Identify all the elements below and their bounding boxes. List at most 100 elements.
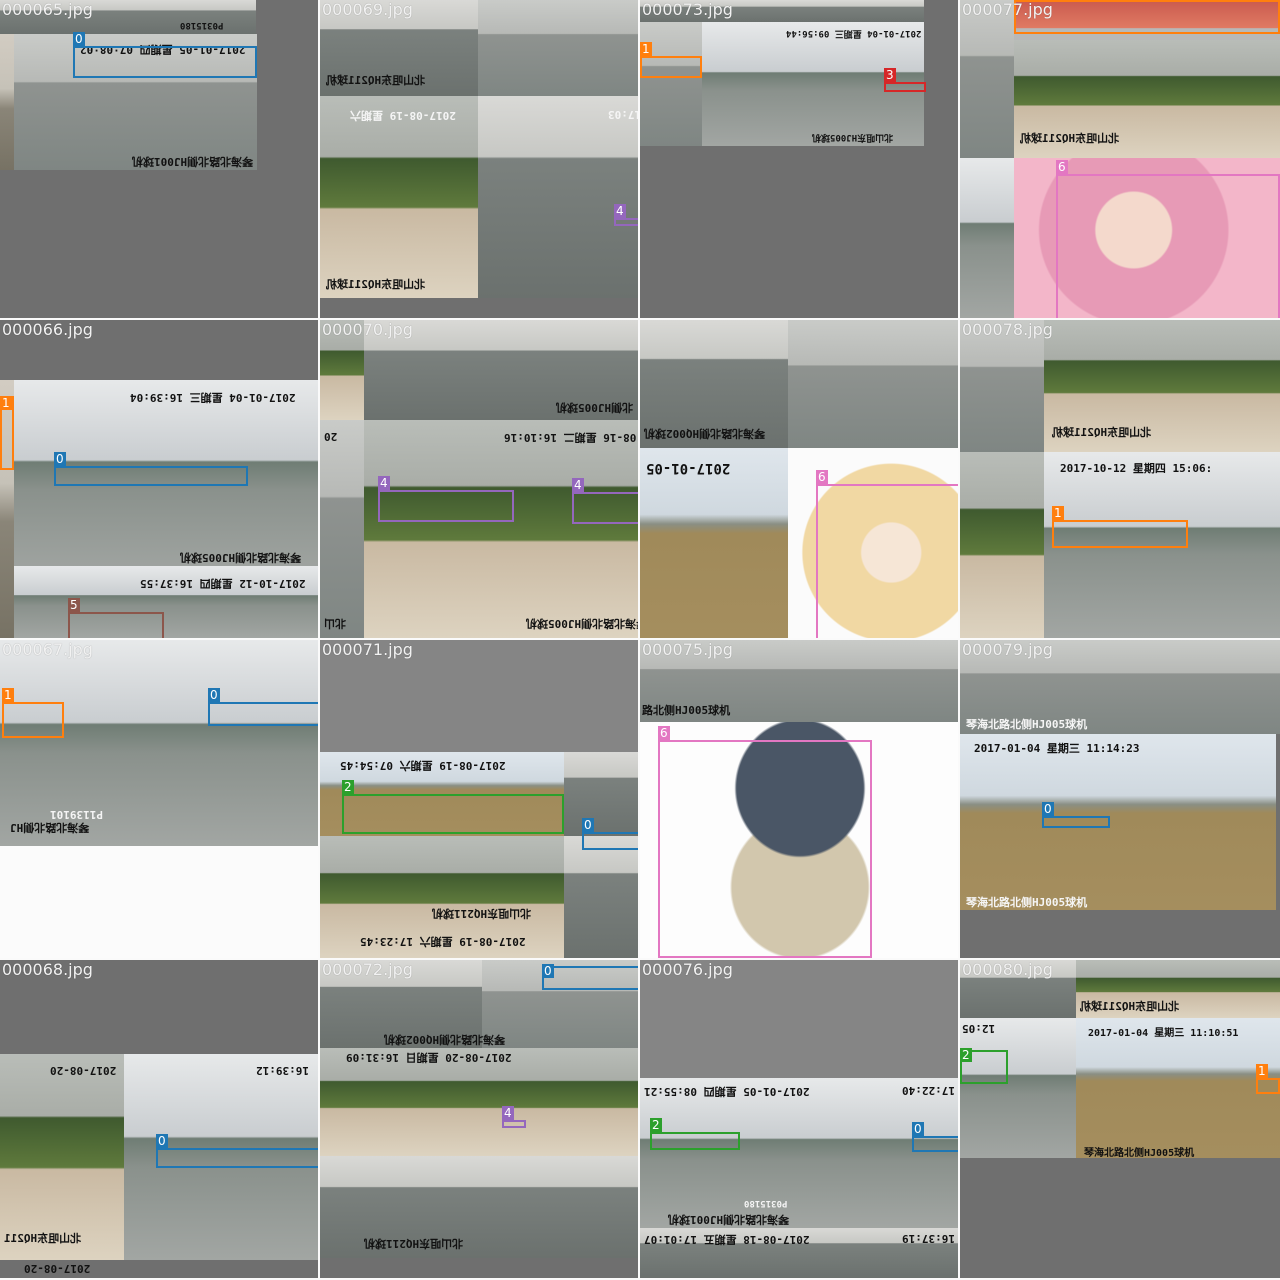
detection-box: 0	[912, 1122, 958, 1152]
photo-tile	[320, 96, 478, 298]
detection-box: 4	[572, 478, 638, 524]
camera-label-overlay: 琴海北路北侧HQ002球机	[384, 1033, 506, 1046]
timestamp-overlay: 2017-01-05	[646, 460, 731, 476]
detection-box: 2	[960, 1048, 1008, 1084]
detection-box: 2	[342, 780, 564, 834]
detection-class-label: 2	[342, 780, 354, 794]
photo-tile	[640, 448, 788, 638]
image-filename: 000075.jpg	[642, 640, 733, 659]
image-filename: 000068.jpg	[2, 960, 93, 979]
detection-box: 0	[73, 32, 257, 78]
photo-tile	[960, 0, 1014, 158]
photo-tile	[960, 452, 1044, 638]
image-filename: 000079.jpg	[962, 640, 1053, 659]
photo-tile	[478, 0, 638, 96]
timestamp-overlay: 2017-08-19 星期六 07:54:45	[340, 759, 506, 772]
detection-box: 0	[156, 1134, 318, 1168]
detection-box: 0	[582, 818, 638, 850]
photo-tile	[478, 96, 638, 298]
camera-label-overlay: 北山	[324, 617, 346, 630]
photo-tile	[788, 320, 958, 448]
mosaic-cell: 琴海北路北侧HQ002球机 2017-08-20 星期日 16:31:09 北山…	[320, 960, 640, 1280]
detection-class-label: 4	[614, 204, 626, 218]
detection-class-label: 4	[502, 1106, 514, 1120]
timestamp-overlay: 2017-08-19 星期六	[350, 109, 456, 122]
image-filename: 000076.jpg	[642, 960, 733, 979]
photo-tile	[364, 420, 638, 638]
photo-tile	[1076, 1018, 1280, 1158]
mosaic-cell: 2017-08-20 16:39:12 北山咀东HQ211 2017-08-20…	[0, 960, 320, 1280]
detection-box: 0	[1042, 802, 1110, 828]
detection-box: 4	[502, 1106, 526, 1128]
mosaic-cell: 路北侧HJ005球机 6 000075.jpg	[640, 640, 960, 960]
photo-tile	[960, 158, 1014, 318]
photo-tile	[0, 846, 318, 958]
detection-box: 4	[614, 204, 638, 226]
image-filename: 000070.jpg	[322, 320, 413, 339]
detection-box: 5	[68, 598, 164, 638]
camera-label-overlay: 北山咀东HQ211球机	[326, 278, 426, 291]
detection-box: 1	[2, 688, 64, 738]
timestamp-overlay: 17:22:40	[902, 1084, 955, 1097]
camera-id-overlay: P0315180	[180, 20, 224, 30]
image-filename: 000073.jpg	[642, 0, 733, 19]
timestamp-overlay: 12:05	[962, 1022, 996, 1035]
timestamp-overlay: 2017-08-20 星期日 16:31:09	[346, 1051, 512, 1064]
detection-class-label: 0	[542, 964, 554, 978]
detection-box: 2	[650, 1118, 740, 1150]
mosaic-cell: 2017-01-04 星期三 16:39:04 琴海北路北侧HJ005球机 20…	[0, 320, 320, 640]
detection-class-label: 6	[1056, 160, 1068, 174]
timestamp-overlay: 2017-10-12 星期四 15:06:	[1060, 462, 1213, 475]
photo-tile	[640, 22, 702, 146]
image-filename: 000078.jpg	[962, 320, 1053, 339]
detection-box: 1	[0, 396, 14, 470]
detection-class-label: 6	[816, 470, 828, 484]
detection-class-label: 3	[884, 68, 896, 82]
detection-box: 0	[54, 452, 248, 486]
camera-label-overlay: 北山咀东HJ005球机	[812, 132, 894, 142]
detection-class-label: 4	[572, 478, 584, 492]
camera-label-overlay: 北山咀东HQ211球机	[326, 74, 426, 87]
detection-class-label: 2	[960, 1048, 972, 1062]
photo-tile	[564, 836, 638, 958]
camera-label-overlay: 琴海北路北侧HJ005球机	[180, 551, 302, 564]
detection-class-label: 0	[912, 1122, 924, 1136]
image-filename: 000066.jpg	[2, 320, 93, 339]
camera-label-overlay: 琴海北路北侧HJ001球机	[668, 1213, 790, 1226]
photo-tile	[160, 640, 318, 846]
timestamp-overlay: 20	[324, 430, 338, 443]
photo-tile	[960, 734, 1276, 910]
timestamp-overlay: 2017-08-16 星期二 16:10:16	[504, 431, 638, 444]
camera-label-overlay: 琴海北路北侧HJ005球机	[966, 718, 1088, 731]
mosaic-cell: 北侧HJ005球机 20 2017-08-16 星期二 16:10:16 北山 …	[320, 320, 640, 640]
camera-label-overlay: 北山咀东HQ211球机	[1020, 132, 1120, 145]
photo-tile	[960, 1018, 1076, 1158]
timestamp-overlay: 2017-08-18 星期五 17:01:07	[644, 1233, 810, 1246]
camera-label-overlay: 琴海北路北侧HJ005球机	[1084, 1148, 1195, 1159]
detection-class-label: 0	[73, 32, 85, 46]
photo-tile	[564, 752, 638, 836]
detection-class-label: 0	[156, 1134, 168, 1148]
detection-class-label: 0	[208, 688, 220, 702]
mosaic-grid: 2017-01-05 星期四 07:08:02 琴海北路北侧HJ001球机 P0…	[0, 0, 1280, 1280]
mosaic-cell: 2017-01-05 星期四 08:55:21 17:22:40 琴海北路北侧H…	[640, 960, 960, 1280]
timestamp-overlay: 2017-01-04 星期三 11:14:23	[974, 742, 1140, 755]
detection-box: 6	[816, 470, 958, 638]
timestamp-overlay: 2017-08-20	[50, 1064, 117, 1077]
detection-box: 1	[1256, 1064, 1280, 1094]
detection-box: 3	[884, 68, 926, 92]
camera-label-overlay: 琴海北路北侧HJ	[10, 821, 90, 834]
camera-label-overlay: 北山咀东HQ211球机	[364, 1237, 464, 1250]
detection-class-label: 1	[1256, 1064, 1268, 1078]
timestamp-overlay: 2017-01-05 星期四 08:55:21	[644, 1085, 810, 1098]
camera-label-overlay: 北山咀东HQ211球机	[1052, 426, 1152, 439]
detection-class-label: 2	[650, 1118, 662, 1132]
detection-box: 0	[542, 964, 638, 990]
detection-box: 6	[1056, 160, 1280, 318]
mosaic-cell: 2017-08-19 星期六 07:54:45 北山咀东HQ211球机 2017…	[320, 640, 640, 960]
detection-box: 4	[378, 476, 514, 522]
image-filename: 000071.jpg	[322, 640, 413, 659]
camera-label-overlay: 琴海北路北侧HJ005球机	[966, 896, 1088, 909]
mosaic-cell: 2017-01-05 星期四 07:08:02 琴海北路北侧HJ001球机 P0…	[0, 0, 320, 320]
timestamp-overlay: 2017-08-19 星期六 17:23:45	[360, 935, 526, 948]
